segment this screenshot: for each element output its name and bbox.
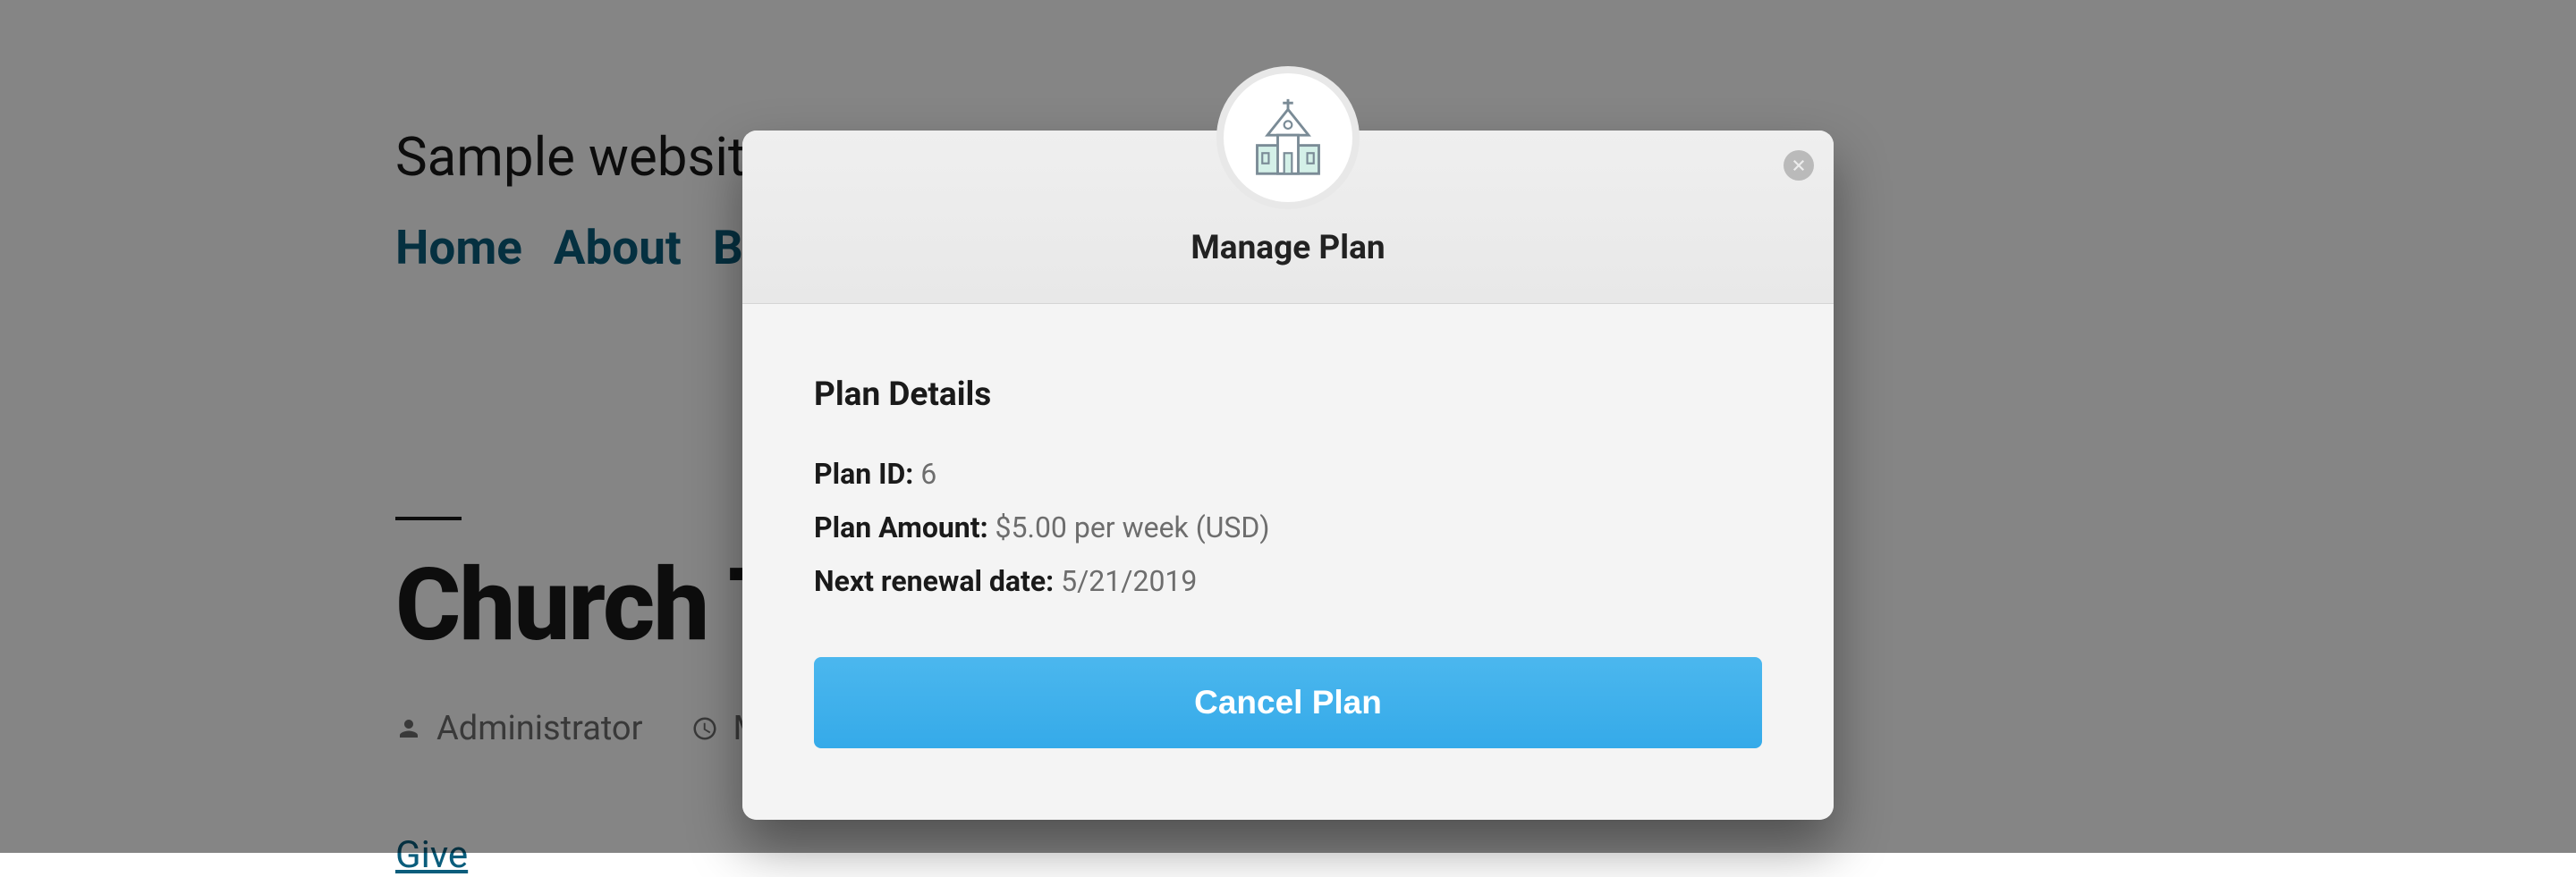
manage-plan-modal: Manage Plan Plan Details Plan ID: 6 Plan… — [742, 131, 1834, 820]
modal-badge — [1216, 66, 1360, 209]
plan-id-row: Plan ID: 6 — [814, 457, 1762, 491]
modal-title: Manage Plan — [778, 229, 1798, 267]
renewal-date-row: Next renewal date: 5/21/2019 — [814, 564, 1762, 598]
close-icon — [1791, 157, 1807, 173]
plan-amount-value: $5.00 per week (USD) — [996, 510, 1270, 544]
plan-details-heading: Plan Details — [814, 375, 1762, 414]
cancel-plan-button[interactable]: Cancel Plan — [814, 657, 1762, 748]
plan-id-value: 6 — [920, 457, 936, 491]
plan-id-label: Plan ID: — [814, 457, 913, 491]
church-icon — [1247, 97, 1329, 179]
plan-amount-row: Plan Amount: $5.00 per week (USD) — [814, 510, 1762, 544]
close-button[interactable] — [1784, 150, 1814, 181]
modal-body: Plan Details Plan ID: 6 Plan Amount: $5.… — [742, 304, 1834, 820]
plan-amount-label: Plan Amount: — [814, 510, 988, 544]
renewal-date-label: Next renewal date: — [814, 564, 1054, 598]
renewal-date-value: 5/21/2019 — [1061, 564, 1197, 598]
modal-wrapper: Manage Plan Plan Details Plan ID: 6 Plan… — [742, 66, 1834, 755]
